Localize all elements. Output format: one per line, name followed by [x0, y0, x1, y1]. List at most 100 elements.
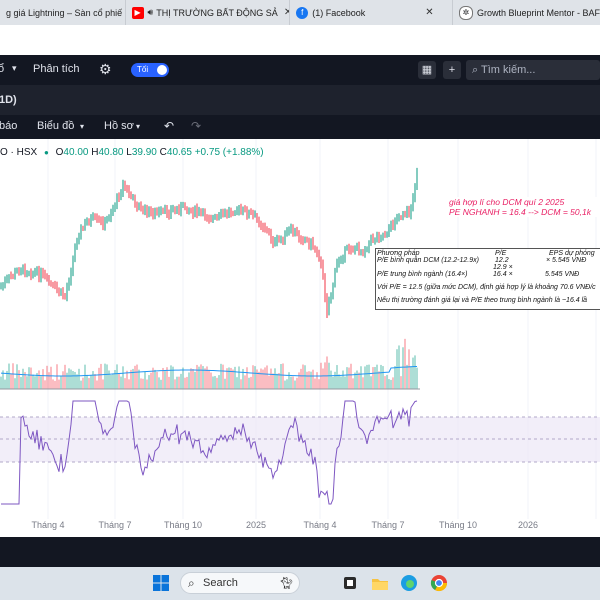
valuation-table-annotation[interactable]: Phương pháp P/E EPS dự phóng P/E bình qu…: [375, 248, 600, 310]
candle-body: [194, 207, 196, 215]
candle-body: [292, 227, 294, 235]
volume-bar: [224, 378, 226, 389]
volume-bar: [50, 366, 52, 389]
search-icon: ⌕: [188, 576, 195, 590]
windows-taskbar: ⌕ Search 🐈︎: [0, 567, 600, 600]
analysis-menu[interactable]: Phân tích: [33, 63, 79, 75]
volume-bar: [298, 372, 300, 389]
time-axis-label: 2025: [246, 520, 266, 530]
time-axis-label: Tháng 10: [439, 520, 477, 530]
windows-start-icon[interactable]: [151, 573, 171, 593]
volume-bar: [416, 367, 418, 389]
volume-bar: [42, 369, 44, 389]
volume-bar: [406, 364, 408, 389]
candle-body: [88, 221, 90, 224]
candle-body: [166, 208, 168, 214]
bottom-panel-bar: [0, 537, 600, 567]
candle-body: [372, 237, 374, 241]
candle-body: [202, 211, 204, 214]
candle-body: [358, 246, 360, 254]
candle-body: [16, 270, 18, 272]
chart-type-menu[interactable]: Biểu đồ: [37, 120, 74, 132]
candle-body: [274, 241, 276, 244]
taskbar-search-label: Search: [203, 577, 238, 589]
volume-bar: [60, 375, 62, 389]
report-tab[interactable]: báo: [0, 120, 17, 132]
candle-body: [22, 266, 24, 272]
tab-lightning[interactable]: g giá Lightning – Sàn cổ phiế ✕: [0, 0, 126, 25]
candle-body: [92, 216, 94, 218]
speaker-icon[interactable]: 🔊︎: [148, 7, 154, 18]
volume-bar: [114, 370, 116, 389]
volume-bar: [292, 376, 294, 389]
volume-bar: [376, 364, 378, 389]
candle-body: [134, 196, 136, 206]
redo-icon[interactable]: ↷: [191, 119, 201, 133]
volume-bar: [248, 377, 250, 389]
edge-icon[interactable]: [399, 573, 419, 593]
volume-bar: [300, 368, 302, 389]
theme-toggle[interactable]: Tối: [131, 63, 169, 77]
candle-body: [112, 208, 114, 214]
volume-bar: [252, 365, 254, 389]
candle-body: [110, 213, 112, 219]
close-tab-icon[interactable]: ✕: [425, 7, 433, 18]
volume-bar: [408, 349, 410, 389]
volume-bar: [214, 376, 216, 389]
symbol-name[interactable]: O · HSX: [0, 147, 37, 158]
chevron-down-icon[interactable]: ▾: [12, 63, 17, 74]
candle-body: [76, 241, 78, 248]
candle-body: [350, 249, 352, 251]
search-input[interactable]: ⌕ Tìm kiếm...: [466, 60, 600, 80]
volume-bar: [92, 371, 94, 389]
chrome-icon[interactable]: [429, 573, 449, 593]
candle-body: [236, 210, 238, 213]
chevron-down-icon[interactable]: ▾: [80, 122, 84, 131]
task-view-icon[interactable]: [340, 573, 360, 593]
profile-menu[interactable]: Hồ sơ: [104, 120, 134, 132]
tab-chatgpt[interactable]: ✲ Growth Blueprint Mentor - BAF: [453, 0, 600, 25]
volume-bar: [312, 369, 314, 389]
volume-bar: [348, 367, 350, 389]
volume-bar: [318, 379, 320, 389]
candle-body: [294, 231, 296, 235]
undo-icon[interactable]: ↶: [164, 119, 174, 133]
candle-body: [156, 212, 158, 214]
file-explorer-icon[interactable]: [370, 573, 390, 593]
layout-grid-icon[interactable]: ▦: [418, 61, 436, 79]
chevron-down-icon[interactable]: ▾: [136, 122, 140, 131]
tab-youtube[interactable]: ▶ 🔊︎ THỊ TRƯỜNG BẤT ĐỘNG SẢ ✕: [126, 0, 291, 25]
taskbar-search[interactable]: ⌕ Search 🐈︎: [180, 572, 300, 594]
price-candles: [0, 167, 418, 318]
candle-body: [254, 215, 256, 217]
close-value: 40.65: [166, 147, 192, 158]
tab-facebook[interactable]: f (1) Facebook ✕: [290, 0, 453, 25]
volume-bar: [94, 373, 96, 389]
volume-bar: [154, 369, 156, 389]
volume-bar: [34, 376, 36, 389]
candle-body: [132, 196, 134, 198]
candle-body: [316, 248, 318, 254]
volume-bar: [178, 376, 180, 389]
candle-body: [218, 214, 220, 217]
volume-bar: [124, 378, 126, 389]
volume-bar: [276, 373, 278, 389]
candle-body: [6, 278, 8, 281]
candle-body: [328, 301, 330, 314]
fair-value-annotation[interactable]: giá hợp lí cho DCM quí 2 2025 PE NGHANH …: [449, 197, 600, 217]
candle-body: [272, 239, 274, 244]
volume-bar: [148, 375, 150, 389]
volume-bar: [190, 368, 192, 389]
symbol-menu-truncated[interactable]: ổ: [0, 63, 4, 75]
volume-bar: [82, 377, 84, 389]
candle-body: [384, 234, 386, 236]
add-icon[interactable]: +: [443, 61, 461, 79]
gear-icon[interactable]: ⚙: [99, 61, 112, 78]
status-dot: ●: [44, 148, 49, 157]
candle-body: [410, 207, 412, 216]
candle-body: [348, 246, 350, 250]
tab-title: Growth Blueprint Mentor - BAF: [476, 7, 600, 18]
candle-body: [100, 220, 102, 222]
volume-bar: [290, 376, 292, 389]
candle-body: [326, 297, 328, 314]
